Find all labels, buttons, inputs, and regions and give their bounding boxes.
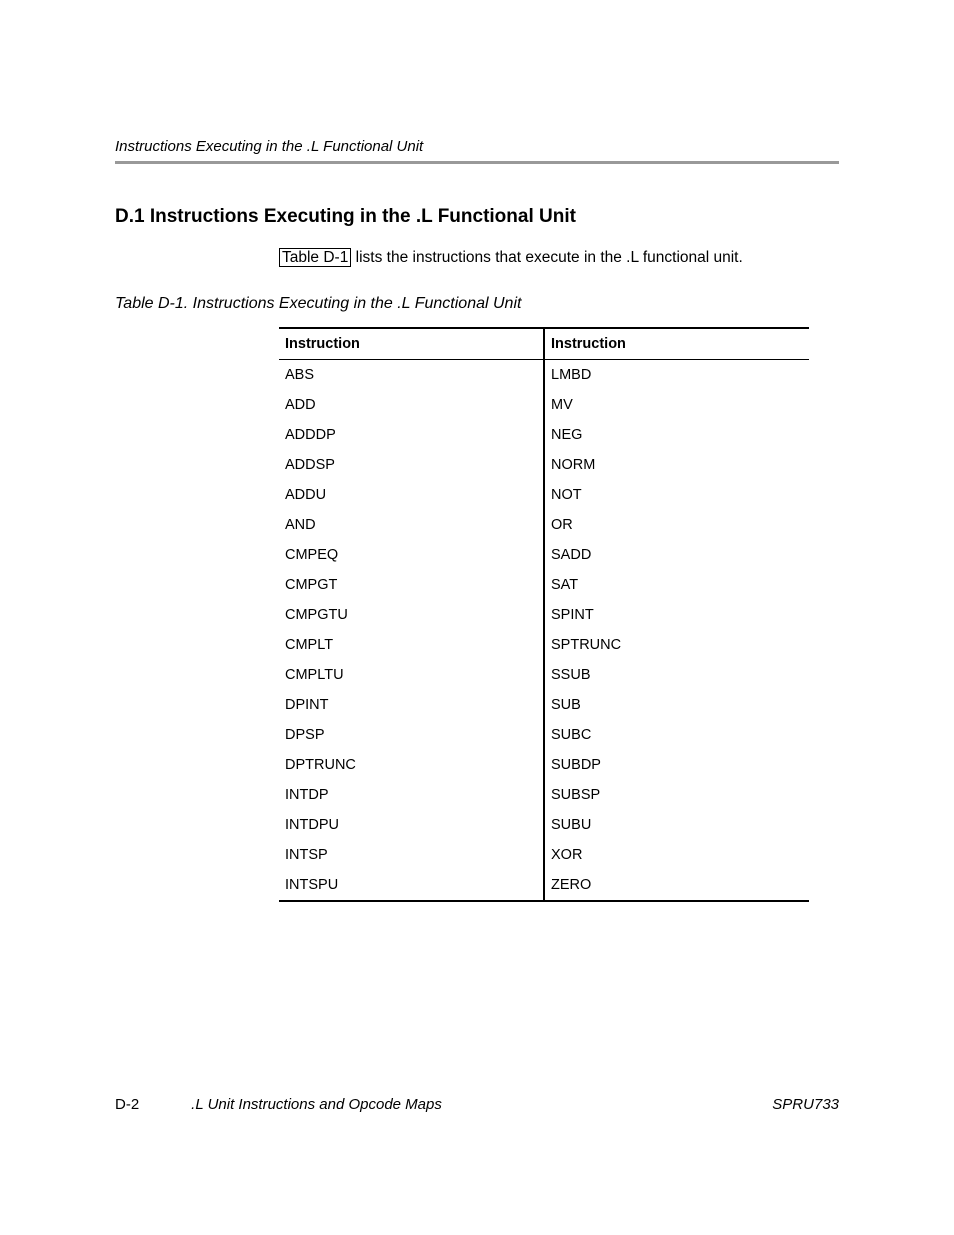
instruction-table: Instruction Instruction ABSLMBDADDMVADDD… — [279, 327, 809, 902]
instruction-cell-right: OR — [544, 510, 809, 540]
table-row: DPINTSUB — [279, 690, 809, 720]
instruction-cell-right: SUB — [544, 690, 809, 720]
table-row: INTDPUSUBU — [279, 810, 809, 840]
instruction-cell-left: CMPGT — [279, 570, 544, 600]
page-number: D-2 — [115, 1096, 139, 1113]
table-row: ADDMV — [279, 390, 809, 420]
table-row: CMPGTUSPINT — [279, 600, 809, 630]
instruction-cell-right: LMBD — [544, 360, 809, 391]
page-footer: D-2 .L Unit Instructions and Opcode Maps… — [115, 1096, 839, 1113]
instruction-cell-left: INTDP — [279, 780, 544, 810]
section-heading: D.1 Instructions Executing in the .L Fun… — [115, 206, 839, 228]
instruction-cell-left: CMPGTU — [279, 600, 544, 630]
instruction-cell-left: AND — [279, 510, 544, 540]
instruction-cell-left: CMPLTU — [279, 660, 544, 690]
table-row: ADDDPNEG — [279, 420, 809, 450]
table-reference-link[interactable]: Table D-1 — [279, 248, 351, 267]
table-row: ANDOR — [279, 510, 809, 540]
table-row: DPSPSUBC — [279, 720, 809, 750]
instruction-cell-right: ZERO — [544, 870, 809, 901]
instruction-cell-right: NOT — [544, 480, 809, 510]
instruction-cell-left: INTDPU — [279, 810, 544, 840]
table-row: INTSPUZERO — [279, 870, 809, 901]
intro-text: lists the instructions that execute in t… — [351, 249, 742, 266]
footer-book-title: .L Unit Instructions and Opcode Maps — [191, 1096, 442, 1113]
instruction-cell-right: NORM — [544, 450, 809, 480]
instruction-cell-right: MV — [544, 390, 809, 420]
instruction-cell-right: SUBU — [544, 810, 809, 840]
intro-paragraph: Table D-1 lists the instructions that ex… — [279, 248, 839, 267]
instruction-cell-left: ADDU — [279, 480, 544, 510]
instruction-cell-left: DPTRUNC — [279, 750, 544, 780]
table-header-col1: Instruction — [279, 328, 544, 360]
instruction-cell-left: DPINT — [279, 690, 544, 720]
instruction-cell-left: CMPEQ — [279, 540, 544, 570]
instruction-cell-left: CMPLT — [279, 630, 544, 660]
instruction-cell-left: ABS — [279, 360, 544, 391]
header-divider — [115, 161, 839, 164]
instruction-cell-right: SSUB — [544, 660, 809, 690]
table-header-col2: Instruction — [544, 328, 809, 360]
footer-doc-id: SPRU733 — [772, 1096, 839, 1113]
table-row: ADDUNOT — [279, 480, 809, 510]
table-caption: Table D-1. Instructions Executing in the… — [115, 295, 839, 313]
instruction-cell-right: SAT — [544, 570, 809, 600]
table-row: CMPLTUSSUB — [279, 660, 809, 690]
table-row: CMPGTSAT — [279, 570, 809, 600]
instruction-cell-right: SADD — [544, 540, 809, 570]
instruction-cell-left: ADDSP — [279, 450, 544, 480]
table-row: DPTRUNCSUBDP — [279, 750, 809, 780]
instruction-cell-right: SUBSP — [544, 780, 809, 810]
instruction-cell-left: DPSP — [279, 720, 544, 750]
instruction-cell-right: NEG — [544, 420, 809, 450]
instruction-cell-right: XOR — [544, 840, 809, 870]
table-row: INTDPSUBSP — [279, 780, 809, 810]
running-header: Instructions Executing in the .L Functio… — [115, 138, 839, 161]
table-row: CMPLTSPTRUNC — [279, 630, 809, 660]
table-row: ABSLMBD — [279, 360, 809, 391]
instruction-cell-left: INTSPU — [279, 870, 544, 901]
instruction-cell-right: SPTRUNC — [544, 630, 809, 660]
instruction-cell-right: SUBDP — [544, 750, 809, 780]
table-row: CMPEQSADD — [279, 540, 809, 570]
table-row: ADDSPNORM — [279, 450, 809, 480]
instruction-cell-right: SUBC — [544, 720, 809, 750]
instruction-cell-right: SPINT — [544, 600, 809, 630]
instruction-cell-left: ADD — [279, 390, 544, 420]
instruction-cell-left: INTSP — [279, 840, 544, 870]
table-row: INTSPXOR — [279, 840, 809, 870]
instruction-cell-left: ADDDP — [279, 420, 544, 450]
